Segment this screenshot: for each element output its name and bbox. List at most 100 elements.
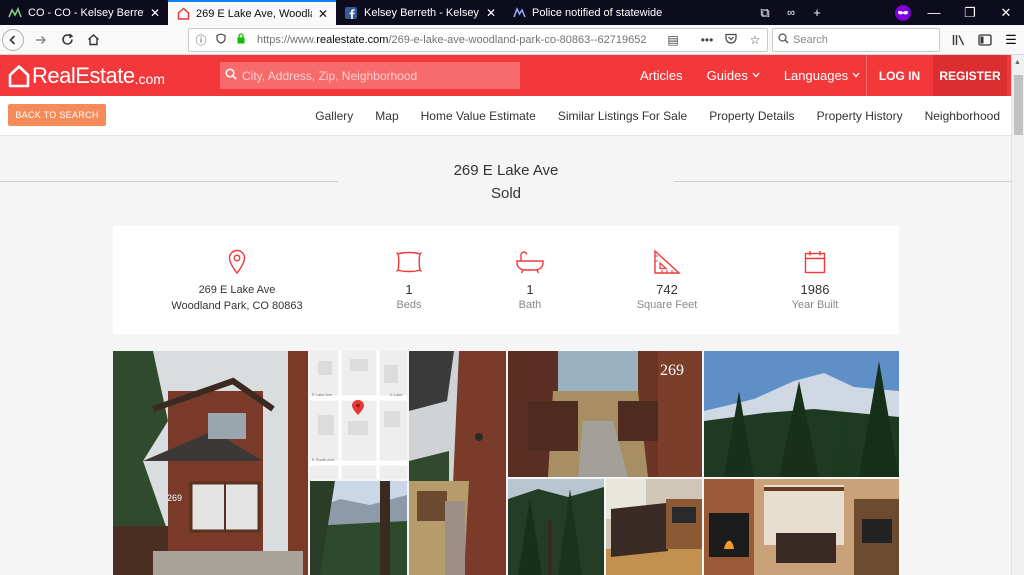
bath-value: 1 [526, 282, 534, 297]
page-scrollbar[interactable]: ▲ [1011, 55, 1024, 575]
browser-tab-3[interactable]: Kelsey Berreth - Kelsey Berreth ✕ [336, 0, 504, 25]
property-status: Sold [490, 185, 522, 202]
tab-map[interactable]: Map [364, 109, 409, 123]
house-number-text: 269 [167, 493, 182, 503]
back-arrow-icon[interactable] [2, 28, 24, 51]
private-browsing-icon[interactable]: ∞ [778, 0, 804, 25]
browser-tab-2[interactable]: 269 E Lake Ave, Woodland Park ✕ [168, 0, 336, 25]
gallery-photo-living-room[interactable] [606, 479, 702, 575]
nav-guides[interactable]: Guides [695, 68, 772, 83]
gallery-photo-house-side[interactable] [409, 351, 506, 575]
fact-square-feet: 742 Square Feet [617, 248, 717, 313]
tracking-shield-icon[interactable] [213, 33, 229, 47]
year-built-label: Year Built [791, 299, 839, 311]
facebook-favicon-icon [344, 6, 358, 20]
house-logo-icon [8, 65, 30, 88]
tab-neighborhood[interactable]: Neighborhood [914, 109, 1000, 123]
browser-tab-1[interactable]: CO - CO - Kelsey Berreth, 29, W ✕ [0, 0, 168, 25]
divider [674, 181, 1011, 182]
gallery-photo-walkway[interactable]: 269 [508, 351, 702, 477]
gallery-map-thumbnail[interactable]: E Lake Ave E Lake E South Ave [310, 351, 407, 479]
close-tab-icon[interactable]: ✕ [318, 7, 328, 21]
square-feet-value: 742 [656, 282, 678, 297]
forward-arrow-icon[interactable] [28, 27, 54, 53]
tab-similar-listings[interactable]: Similar Listings For Sale [547, 109, 698, 123]
divider [0, 181, 338, 182]
property-summary-card: 269 E Lake Ave Woodland Park, CO 80863 1… [113, 226, 899, 334]
login-button[interactable]: LOG IN [866, 55, 932, 96]
house-number-sign: 269 [660, 362, 684, 379]
chevron-down-icon [752, 71, 760, 80]
browser-tab-4[interactable]: Police notified of statewide bo [504, 0, 672, 25]
address-line-1: 269 E Lake Ave [198, 284, 276, 296]
beds-label: Beds [396, 299, 422, 311]
page-actions-icon[interactable]: ••• [695, 33, 719, 47]
restore-window-icon[interactable]: ❐ [952, 0, 988, 25]
close-window-icon[interactable]: ✕ [988, 0, 1024, 25]
gallery-photo-mountain-view[interactable] [310, 481, 407, 575]
sidebar-icon[interactable] [972, 28, 998, 52]
scroll-up-arrow-icon[interactable]: ▲ [1014, 59, 1021, 66]
location-pin-icon [153, 248, 321, 276]
new-tab-icon[interactable]: + [804, 0, 830, 25]
url-text[interactable]: https://www.realestate.com/269-e-lake-av… [257, 34, 661, 46]
gallery-photo-fireplace[interactable] [704, 479, 899, 575]
gallery-photo-forest[interactable] [508, 479, 604, 575]
property-subnav: BACK TO SEARCH Gallery Map Home Value Es… [0, 96, 1011, 136]
tab-property-history[interactable]: Property History [806, 109, 914, 123]
info-icon[interactable]: ⓘ [193, 32, 209, 48]
home-icon[interactable] [80, 27, 106, 53]
menu-icon[interactable]: ☰ [998, 28, 1024, 52]
tab-property-details[interactable]: Property Details [698, 109, 805, 123]
reload-icon[interactable] [54, 27, 80, 53]
bed-pillow-icon [369, 248, 449, 276]
minimize-window-icon[interactable]: — [916, 0, 952, 25]
lock-icon[interactable] [233, 33, 249, 47]
register-button[interactable]: REGISTER [933, 55, 1007, 96]
reader-view-icon[interactable]: ▤ [661, 33, 685, 47]
tab-list-icon[interactable]: ⧉ [752, 0, 778, 25]
nav-articles[interactable]: Articles [628, 68, 695, 83]
realestate-favicon-icon [176, 7, 190, 21]
url-bar[interactable]: ⓘ https://www.realestate.com/269-e-lake-… [188, 28, 768, 52]
close-tab-icon[interactable]: ✕ [150, 6, 160, 20]
svg-text:E Lake Ave: E Lake Ave [312, 392, 333, 397]
set-square-ruler-icon [617, 248, 717, 276]
square-feet-label: Square Feet [636, 299, 698, 311]
fact-year-built: 1986 Year Built [775, 248, 855, 313]
search-icon [773, 33, 793, 47]
calendar-icon [775, 248, 855, 276]
address-line-2: Woodland Park, CO 80863 [171, 300, 303, 312]
bookmark-star-icon[interactable]: ☆ [743, 33, 767, 47]
property-title: 269 E Lake Ave [453, 162, 559, 179]
pocket-icon[interactable] [719, 33, 743, 47]
chevron-down-icon [852, 71, 860, 80]
back-to-search-button[interactable]: BACK TO SEARCH [8, 104, 106, 126]
nav-languages[interactable]: Languages [772, 68, 872, 83]
browser-toolbar: ⓘ https://www.realestate.com/269-e-lake-… [0, 25, 1024, 55]
bath-label: Bath [518, 299, 542, 311]
news-favicon-icon [512, 6, 526, 20]
close-tab-icon[interactable]: ✕ [486, 6, 496, 20]
location-search-input[interactable]: City, Address, Zip, Neighborhood [220, 62, 520, 89]
site-header: RealEstate .com City, Address, Zip, Neigh… [0, 55, 1011, 96]
fact-address: 269 E Lake Ave Woodland Park, CO 80863 [153, 248, 321, 314]
svg-text:E South Ave: E South Ave [312, 457, 335, 462]
fact-bath: 1 Bath [490, 248, 570, 313]
year-built-value: 1986 [800, 282, 830, 297]
beds-value: 1 [405, 282, 413, 297]
site-favicon-icon [8, 6, 22, 20]
browser-tab-strip: CO - CO - Kelsey Berreth, 29, W ✕ 269 E … [0, 0, 1024, 25]
gallery-photo-mountain-panorama[interactable] [704, 351, 899, 477]
private-mask-icon [890, 0, 916, 25]
svg-text:E Lake: E Lake [390, 392, 403, 397]
photo-gallery: 269 E Lake Ave E Lake E South Ave 269 [113, 351, 899, 575]
tab-home-value-estimate[interactable]: Home Value Estimate [410, 109, 547, 123]
scrollbar-thumb[interactable] [1014, 75, 1023, 135]
fact-beds: 1 Beds [369, 248, 449, 313]
gallery-photo-house-exterior[interactable]: 269 [113, 351, 308, 575]
browser-search-input[interactable]: Search [772, 28, 940, 52]
tab-gallery[interactable]: Gallery [304, 109, 364, 123]
realestate-logo[interactable]: RealEstate .com [8, 62, 165, 90]
library-icon[interactable] [946, 28, 972, 52]
